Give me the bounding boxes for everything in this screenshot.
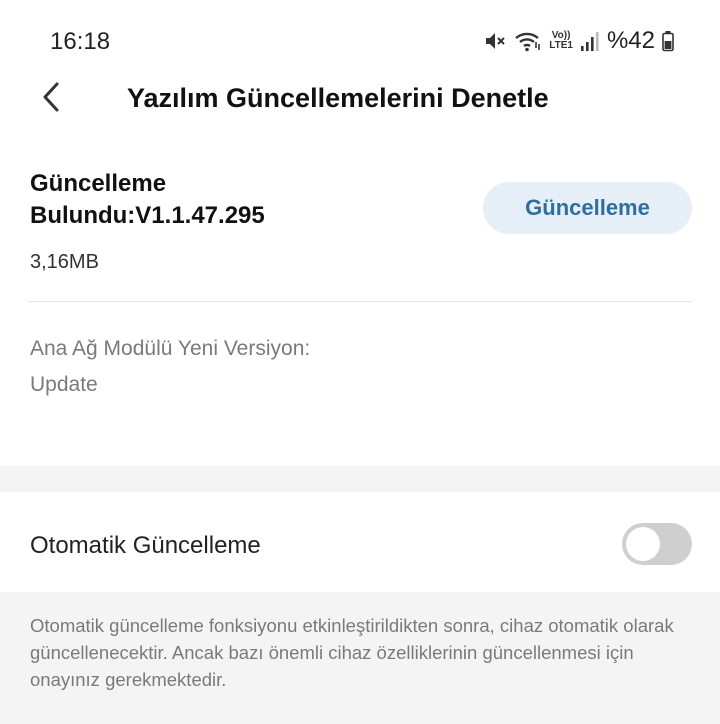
section-separator [0,466,720,492]
back-button[interactable] [34,80,68,118]
auto-update-toggle[interactable] [622,523,692,565]
volte-icon: Vo)) LTE1 [549,31,573,51]
mute-icon [483,29,507,53]
update-found-title: Güncelleme Bulundu:V1.1.47.295 [30,170,265,229]
page-title: Yazılım Güncellemelerini Denetle [127,83,549,113]
lte-label: LTE1 [549,40,573,51]
status-bar: 16:18 Vo)) LTE1 %42 [0,0,720,80]
signal-icon [580,30,600,52]
battery-percent: %42 [606,27,655,54]
auto-update-row[interactable]: Otomatik Güncelleme [0,492,720,592]
header: Yazılım Güncellemelerini Denetle [0,74,720,124]
auto-update-note-section: Otomatik güncelleme fonksiyonu etkinleşt… [0,592,720,724]
auto-update-note: Otomatik güncelleme fonksiyonu etkinleşt… [30,615,674,690]
chevron-left-icon [40,81,62,118]
status-time: 16:18 [50,28,111,55]
wifi-icon [514,29,542,53]
battery-icon [662,30,674,52]
update-size: 3,16MB [30,251,99,273]
divider [28,301,692,302]
toggle-knob [626,527,660,561]
module-version-label: Ana Ağ Modülü Yeni Versiyon: [30,337,311,360]
status-icons: Vo)) LTE1 %42 [483,26,674,56]
module-version-value: Update [30,373,98,396]
update-card: Güncelleme Bulundu:V1.1.47.295 3,16MB Gü… [0,150,720,466]
auto-update-label: Otomatik Güncelleme [30,532,261,559]
update-button[interactable]: Güncelleme [483,182,692,234]
